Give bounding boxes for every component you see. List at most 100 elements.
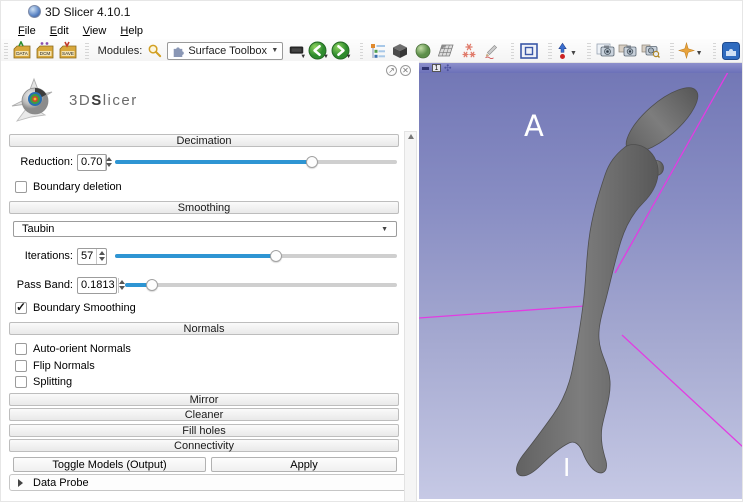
chevron-down-icon[interactable]: ▼ <box>696 50 703 57</box>
data-probe-collapsible[interactable]: Data Probe <box>9 474 411 491</box>
module-models-button[interactable] <box>412 40 435 61</box>
chevron-down-icon[interactable]: ▼ <box>570 50 577 57</box>
passband-spinbox[interactable]: 0.1813 <box>77 277 117 294</box>
slicer-window: 3D Slicer 4.10.1 File Edit View Help DAT… <box>0 0 743 502</box>
toggle-models-button[interactable]: Toggle Models (Output) <box>13 457 206 472</box>
smoothing-header[interactable]: Smoothing <box>9 201 399 214</box>
passband-slider[interactable] <box>125 279 397 291</box>
threed-view-controller-bar[interactable]: 1 ✣ <box>419 63 743 73</box>
menu-view[interactable]: View <box>76 25 114 37</box>
vessel-model[interactable] <box>516 78 707 476</box>
menu-help[interactable]: Help <box>113 25 150 37</box>
iterations-label: Iterations: <box>9 250 77 262</box>
view-pane-label: 1 <box>432 64 441 72</box>
app-icon <box>28 5 41 18</box>
apply-button[interactable]: Apply <box>211 457 397 472</box>
chevron-down-icon: ▼ <box>346 54 352 60</box>
place-fiducial-icon <box>557 42 568 60</box>
spin-arrows-icon[interactable] <box>105 155 112 170</box>
toolbar-grip <box>713 43 717 59</box>
boundary-smoothing-checkbox[interactable] <box>15 302 27 314</box>
view-pin-icon[interactable] <box>422 67 429 70</box>
auto-orient-normals-checkbox[interactable] <box>15 343 27 355</box>
extensions-manager-button[interactable] <box>719 40 742 61</box>
logo-s: S <box>91 92 103 109</box>
models-sphere-icon <box>415 43 431 59</box>
layout-icon <box>520 43 538 59</box>
scene-view-restore-button[interactable] <box>639 40 662 61</box>
fill-holes-header[interactable]: Fill holes <box>9 424 399 437</box>
chevron-down-icon: ▼ <box>271 47 278 54</box>
slider-handle[interactable] <box>306 156 318 168</box>
slice-line-3 <box>622 335 743 448</box>
boundary-deletion-checkbox[interactable] <box>15 181 27 193</box>
markups-fiducial-icon <box>461 43 477 59</box>
flip-normals-row: Flip Normals <box>15 359 95 372</box>
normals-header[interactable]: Normals <box>9 322 399 335</box>
module-search-button[interactable] <box>146 40 163 61</box>
module-selector[interactable]: Surface Toolbox ▼ <box>167 42 283 60</box>
reduction-label: Reduction: <box>9 156 77 168</box>
view-settings-gear-icon[interactable]: ✣ <box>444 64 453 73</box>
navigate-forward-button[interactable]: ▼ <box>329 40 352 61</box>
screenshot-button[interactable] <box>594 40 617 61</box>
module-selector-value: Surface Toolbox <box>188 45 271 57</box>
module-data-button[interactable] <box>366 40 389 61</box>
slider-handle[interactable] <box>270 250 282 262</box>
iterations-slider[interactable] <box>115 250 397 262</box>
scroll-up-icon[interactable] <box>408 134 414 139</box>
threed-view[interactable]: 1 ✣ A I <box>419 63 743 499</box>
module-markups-button[interactable] <box>457 40 480 61</box>
reduction-value: 0.70 <box>78 155 105 170</box>
reduction-slider[interactable] <box>115 156 397 168</box>
toolbar-grip <box>670 43 674 59</box>
toolbar-grip <box>587 43 591 59</box>
flip-normals-checkbox[interactable] <box>15 360 27 372</box>
scene-view-save-button[interactable] <box>616 40 639 61</box>
splitting-label: Splitting <box>33 376 72 388</box>
panel-scrollbar[interactable] <box>404 131 417 502</box>
passband-label: Pass Band: <box>9 279 77 291</box>
load-dicom-button[interactable]: DCM <box>33 40 56 61</box>
mouse-interaction-button[interactable] <box>555 40 570 61</box>
load-data-button[interactable]: DATA <box>11 40 34 61</box>
close-panel-icon[interactable]: ✕ <box>400 65 411 76</box>
undock-panel-icon[interactable]: ↗ <box>386 65 397 76</box>
menu-edit[interactable]: Edit <box>43 25 76 37</box>
puzzle-icon <box>172 45 184 57</box>
slider-handle[interactable] <box>146 279 158 291</box>
smoothing-method-combo[interactable]: Taubin ▼ <box>13 221 397 237</box>
module-annotations-button[interactable] <box>480 40 503 61</box>
reduction-spinbox[interactable]: 0.70 <box>77 154 107 171</box>
connectivity-header[interactable]: Connectivity <box>9 439 399 452</box>
crosshair-button[interactable] <box>677 40 696 61</box>
splitting-checkbox[interactable] <box>15 376 27 388</box>
menu-file[interactable]: File <box>11 25 43 37</box>
chevron-down-icon: ▼ <box>381 226 388 233</box>
slider-fill <box>115 160 312 164</box>
navigate-back-button[interactable]: ▼ <box>306 40 329 61</box>
toolbar-grip <box>85 43 89 59</box>
module-history-button[interactable]: ▼ <box>287 40 306 61</box>
main-toolbar: DATA DCM SAVE Modules: <box>1 39 742 63</box>
spin-arrows-icon[interactable] <box>118 278 125 293</box>
decimation-header[interactable]: Decimation <box>9 134 399 147</box>
mirror-header[interactable]: Mirror <box>9 393 399 406</box>
menu-bar: File Edit View Help <box>1 23 743 39</box>
layout-selector-button[interactable] <box>517 40 540 61</box>
module-volumes-button[interactable] <box>389 40 412 61</box>
spin-arrows-icon[interactable] <box>96 249 106 264</box>
iterations-spinbox[interactable]: 57 <box>77 248 107 265</box>
boundary-deletion-label: Boundary deletion <box>33 181 122 193</box>
cleaner-header[interactable]: Cleaner <box>9 408 399 421</box>
save-button[interactable]: SAVE <box>56 40 79 61</box>
search-icon <box>147 43 162 58</box>
passband-value: 0.1813 <box>78 278 118 293</box>
toolbar-grip <box>360 43 364 59</box>
volumes-cube-icon <box>392 43 408 59</box>
logo-3d: 3D <box>69 92 91 109</box>
module-transforms-button[interactable] <box>435 40 458 61</box>
threed-scene <box>419 63 743 499</box>
screenshot-camera-icon <box>596 43 615 58</box>
smoothing-method-value: Taubin <box>22 223 381 235</box>
